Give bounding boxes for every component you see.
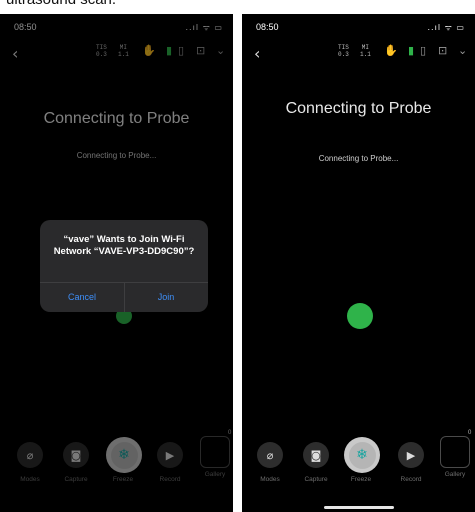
- page-title: Connecting to Probe: [285, 100, 432, 117]
- video-camera-icon: ▶: [398, 442, 424, 468]
- probe-icon: ▯: [420, 44, 427, 57]
- person-box-icon[interactable]: ⊡: [438, 44, 447, 57]
- wifi-join-alert: “vave” Wants to Join Wi-Fi Network “VAVE…: [40, 220, 208, 312]
- status-time: 08:50: [256, 22, 279, 32]
- phone-screen-right: 08:50 ..ıl ᯤ ▭ ‹ TIS 0.3 MI 1.1 ✋ ▮ ▯ ⊡ …: [242, 14, 475, 512]
- toolbar: ‹ TIS 0.3 MI 1.1 ✋ ▮ ▯ ⊡ ⌄: [242, 40, 475, 68]
- record-label: Record: [400, 476, 422, 483]
- gallery-thumbnail[interactable]: [440, 436, 470, 468]
- mi-readout: MI 1.1: [360, 44, 371, 58]
- join-button[interactable]: Join: [124, 282, 208, 312]
- snowflake-icon: ❄: [348, 441, 376, 469]
- hand-icon[interactable]: ✋: [384, 44, 398, 57]
- status-icons: ..ıl ᯤ ▭: [427, 23, 465, 32]
- status-bar: 08:50 ..ıl ᯤ ▭: [242, 14, 475, 38]
- gallery-label: Gallery: [444, 471, 466, 478]
- freeze-label: Freeze: [350, 476, 372, 483]
- modes-button[interactable]: ⌀ Modes: [253, 442, 287, 483]
- cancel-button[interactable]: Cancel: [40, 282, 124, 312]
- probe-status-indicator: [347, 303, 373, 329]
- freeze-button[interactable]: ❄ Freeze: [344, 437, 380, 483]
- home-indicator[interactable]: [324, 506, 394, 509]
- modes-label: Modes: [260, 476, 280, 483]
- eye-slash-icon: ⌀: [257, 442, 283, 468]
- phone-screen-left: 08:50 ..ıl ᯤ ▭ ‹ TIS 0.3 MI 1.1 ✋ ▮ ▯ ⊡ …: [0, 14, 233, 512]
- capture-label: Capture: [304, 476, 328, 483]
- tis-readout: TIS 0.3: [338, 44, 349, 58]
- capture-button[interactable]: ◙ Capture: [299, 442, 333, 483]
- tis-label: TIS: [338, 44, 349, 51]
- caption-text: ultrasound scan.: [6, 0, 116, 8]
- mi-value: 1.1: [360, 51, 371, 58]
- battery-icon: ▮: [408, 44, 415, 57]
- record-button[interactable]: ▶ Record: [394, 442, 428, 483]
- camera-icon: ◙: [303, 442, 329, 468]
- gallery-button[interactable]: Gallery: [438, 471, 472, 478]
- mi-label: MI: [361, 44, 369, 51]
- chevron-down-icon[interactable]: ⌄: [458, 44, 467, 57]
- tis-value: 0.3: [338, 51, 349, 58]
- alert-title: “vave” Wants to Join Wi-Fi Network “VAVE…: [53, 234, 195, 257]
- freeze-ring: ❄: [344, 437, 380, 473]
- gallery-count: 0: [468, 430, 472, 436]
- bottom-toolbar: ⌀ Modes ◙ Capture ❄ Freeze ▶ Record 0 Ga…: [242, 430, 475, 502]
- page-subtitle: Connecting to Probe...: [318, 154, 399, 163]
- back-button[interactable]: ‹: [254, 44, 260, 63]
